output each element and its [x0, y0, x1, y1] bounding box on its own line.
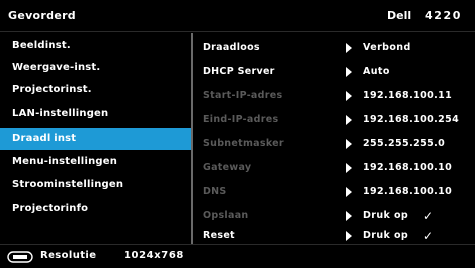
setting-value: 192.168.100.10	[363, 186, 453, 197]
menu-item-weergave-inst[interactable]: Weergave-inst.	[0, 57, 191, 79]
menu-item-projectorinfo[interactable]: Projectorinfo	[0, 198, 191, 220]
setting-value: Verbond	[363, 42, 411, 53]
projector-osd: Gevorderd Dell 4220 Beeldinst. Weergave-…	[0, 0, 475, 268]
arrow-right-icon	[346, 139, 352, 149]
setting-value: 192.168.100.10	[363, 162, 453, 173]
checkmark-icon: ✓	[423, 209, 434, 223]
setting-row-eind-ip: Eind-IP-adres 192.168.100.254	[193, 108, 475, 132]
setting-row-opslaan[interactable]: Opslaan Druk op ✓	[193, 204, 475, 228]
setting-row-start-ip: Start-IP-adres 192.168.100.11	[193, 84, 475, 108]
menu-item-draadl-inst[interactable]: Draadl inst	[0, 128, 191, 150]
setting-label: Opslaan	[203, 210, 249, 221]
arrow-right-icon	[346, 67, 352, 77]
setting-row-reset[interactable]: Reset Druk op ✓	[193, 228, 475, 244]
setting-row-dns: DNS 192.168.100.10	[193, 180, 475, 204]
menu-title: Gevorderd	[8, 9, 76, 22]
menu-item-lan-instellingen[interactable]: LAN-instellingen	[0, 103, 191, 125]
setting-label: Eind-IP-adres	[203, 114, 279, 125]
setting-value: Auto	[363, 66, 390, 77]
main-menu: Beeldinst. Weergave-inst. Projectorinst.…	[0, 33, 191, 244]
arrow-right-icon	[346, 211, 352, 221]
arrow-right-icon	[346, 231, 352, 241]
setting-label: Subnetmasker	[203, 138, 284, 149]
setting-value: 192.168.100.254	[363, 114, 460, 125]
osd-header: Gevorderd Dell 4220	[0, 0, 475, 32]
setting-label: Gateway	[203, 162, 252, 173]
setting-value: 192.168.100.11	[363, 90, 453, 101]
status-bar: Resolutie 1024x768	[0, 244, 475, 268]
setting-label: DHCP Server	[203, 66, 275, 77]
menu-item-menu-instellingen[interactable]: Menu-instellingen	[0, 151, 191, 173]
display-input-icon	[7, 251, 33, 263]
setting-value: Druk op	[363, 210, 409, 221]
submenu-panel: Draadloos Verbond DHCP Server Auto Start…	[193, 33, 475, 244]
arrow-right-icon	[346, 163, 352, 173]
setting-value: 255.255.255.0	[363, 138, 446, 149]
setting-value: Druk op	[363, 230, 409, 241]
setting-row-dhcp-server[interactable]: DHCP Server Auto	[193, 60, 475, 84]
menu-item-projectorinst[interactable]: Projectorinst.	[0, 79, 191, 101]
menu-item-beeldinst[interactable]: Beeldinst.	[0, 35, 191, 57]
arrow-right-icon	[346, 187, 352, 197]
arrow-right-icon	[346, 115, 352, 125]
arrow-right-icon	[346, 91, 352, 101]
setting-label: Reset	[203, 230, 235, 241]
setting-label: Draadloos	[203, 42, 260, 53]
model-number: 4220	[425, 9, 463, 22]
setting-row-draadloos[interactable]: Draadloos Verbond	[193, 36, 475, 60]
setting-row-gateway: Gateway 192.168.100.10	[193, 156, 475, 180]
brand-name: Dell	[387, 9, 412, 22]
checkmark-icon: ✓	[423, 229, 434, 243]
resolution-value: 1024x768	[124, 250, 184, 261]
arrow-right-icon	[346, 43, 352, 53]
setting-label: DNS	[203, 186, 227, 197]
setting-row-subnetmasker: Subnetmasker 255.255.255.0	[193, 132, 475, 156]
resolution-label: Resolutie	[40, 250, 97, 261]
setting-label: Start-IP-adres	[203, 90, 283, 101]
menu-item-stroominstellingen[interactable]: Stroominstellingen	[0, 174, 191, 196]
